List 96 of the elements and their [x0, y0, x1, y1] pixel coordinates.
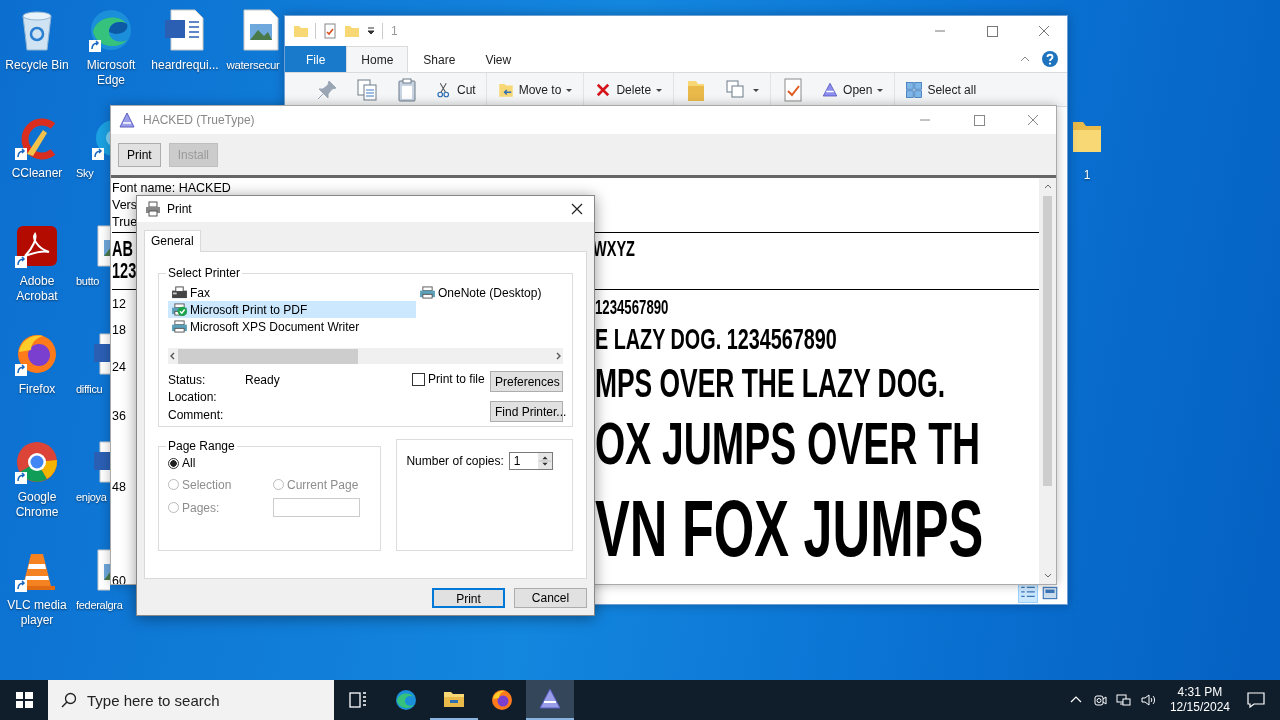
ribbon-button[interactable]: Delete: [592, 80, 666, 100]
font-info-text: Vers: [112, 198, 137, 212]
icon-label[interactable]: Google Chrome: [1, 490, 73, 520]
icon-label[interactable]: CCleaner: [11, 166, 63, 181]
icon-label[interactable]: enjoya: [76, 490, 107, 505]
dialog-tab[interactable]: General: [144, 230, 201, 252]
field-label: Comment:: [168, 407, 225, 422]
ribbon-button[interactable]: Move to: [494, 80, 576, 100]
icon-label[interactable]: heardrequi...: [151, 58, 219, 73]
ribbon-tab[interactable]: File: [285, 46, 347, 72]
notification-icon[interactable]: [1246, 690, 1266, 710]
pin-icon: [315, 78, 339, 102]
print-button[interactable]: Print: [118, 143, 161, 167]
icon-label[interactable]: difficu: [76, 382, 103, 397]
move-icon: [496, 81, 515, 99]
icon-label[interactable]: VLC media player: [1, 598, 73, 628]
caret-icon[interactable]: [366, 26, 376, 36]
help-icon[interactable]: [1041, 50, 1059, 68]
ribbon-tab[interactable]: Home: [346, 46, 409, 72]
printer-item[interactable]: Microsoft Print to PDF: [168, 301, 416, 318]
field-label: Number of copies:: [406, 454, 504, 468]
copies-spinner[interactable]: 1: [508, 452, 553, 470]
search-icon: [61, 692, 77, 708]
font-sample: AB: [112, 238, 133, 260]
font-sample: MPS OVER THE LAZY DOG.: [595, 363, 946, 403]
font-logo-icon: [119, 112, 135, 128]
group-label: Page Range: [167, 439, 236, 453]
size-label: 18: [112, 323, 126, 337]
icon-label[interactable]: butto: [76, 274, 99, 289]
wave-logo-icon: [394, 688, 418, 712]
font-sample: VN FOX JUMPS: [595, 489, 984, 568]
icon-label[interactable]: federalgra: [76, 598, 123, 613]
checklist-icon[interactable]: [322, 23, 338, 39]
ribbon-button[interactable]: Open: [819, 80, 887, 100]
cancel-button[interactable]: Cancel: [514, 588, 587, 608]
printer-icon: [171, 320, 188, 333]
printer-item[interactable]: Fax: [168, 284, 416, 301]
close-icon[interactable]: [570, 202, 584, 216]
ribbon-button[interactable]: Select all: [903, 80, 979, 100]
fox-logo-icon: [490, 688, 514, 712]
icon-label[interactable]: Adobe Acrobat: [1, 274, 73, 304]
size-label: 36: [112, 409, 126, 423]
print-to-file-checkbox[interactable]: Print to file: [412, 371, 490, 387]
icon-label[interactable]: Firefox: [18, 382, 56, 397]
size-label: 24: [112, 360, 126, 374]
network-icon[interactable]: [1115, 692, 1132, 708]
font-sample: 1234567890: [595, 297, 669, 317]
caret-icon: [655, 86, 664, 94]
field-label: Location:: [168, 390, 218, 405]
printer-icon: [171, 303, 188, 316]
size-label: 48: [112, 480, 126, 494]
scrollbar[interactable]: [168, 348, 563, 364]
icon-label[interactable]: watersecur: [226, 58, 280, 73]
size-label: 12: [112, 297, 126, 311]
speaker-icon[interactable]: [1139, 692, 1156, 708]
ribbon-tab[interactable]: Share: [408, 46, 471, 72]
pages-input-field[interactable]: [273, 498, 360, 517]
ribbon-button[interactable]: Cut: [433, 80, 478, 100]
icon-label[interactable]: Recycle Bin: [5, 58, 69, 73]
open-icon: [821, 81, 840, 99]
window-title: HACKED (TrueType): [143, 113, 255, 127]
radio-button[interactable]: All: [168, 456, 196, 470]
font-sample: E LAZY DOG. 1234567890: [595, 324, 837, 354]
printer-item[interactable]: Microsoft XPS Document Writer: [168, 318, 416, 335]
group-label: Select Printer: [167, 266, 242, 280]
font-sample: WXYZ: [593, 238, 635, 260]
fax-icon: [171, 286, 188, 299]
clipboard-icon: [395, 78, 419, 102]
clock[interactable]: 4:31 PM 12/15/2024: [1159, 685, 1240, 715]
camera-icon[interactable]: [1091, 692, 1108, 708]
font-sample: OX JUMPS OVER TH: [595, 415, 981, 474]
font-logo-icon: [538, 687, 562, 711]
copy-icon: [355, 78, 379, 102]
icon-label[interactable]: Sky: [76, 166, 94, 181]
font-info-text: Font name: HACKED: [112, 181, 231, 195]
caret-icon: [752, 86, 761, 94]
print-button[interactable]: Print: [432, 588, 505, 608]
select-all-icon: [905, 81, 924, 99]
printer-icon: [419, 286, 436, 299]
search-field[interactable]: Type here to search: [48, 680, 334, 720]
dialog-title: Print: [167, 202, 192, 216]
scrollbar[interactable]: [1039, 178, 1056, 584]
font-sample: 123: [112, 260, 137, 282]
ribbon-tab[interactable]: View: [470, 46, 527, 72]
icon-label[interactable]: 1: [1083, 168, 1091, 182]
caret-icon: [876, 86, 885, 94]
preferences-button[interactable]: Preferences: [490, 371, 563, 392]
field-value: Ready: [245, 372, 280, 387]
caret-icon: [565, 86, 574, 94]
field-label: Status:: [168, 372, 207, 387]
printer-item[interactable]: OneNote (Desktop): [416, 284, 563, 301]
icon-label[interactable]: Microsoft Edge: [75, 58, 147, 88]
printer-icon: [145, 201, 161, 217]
large-icons-view-icon[interactable]: [1041, 584, 1059, 602]
font-info-text: True: [112, 215, 138, 229]
window-title: 1: [391, 24, 398, 38]
